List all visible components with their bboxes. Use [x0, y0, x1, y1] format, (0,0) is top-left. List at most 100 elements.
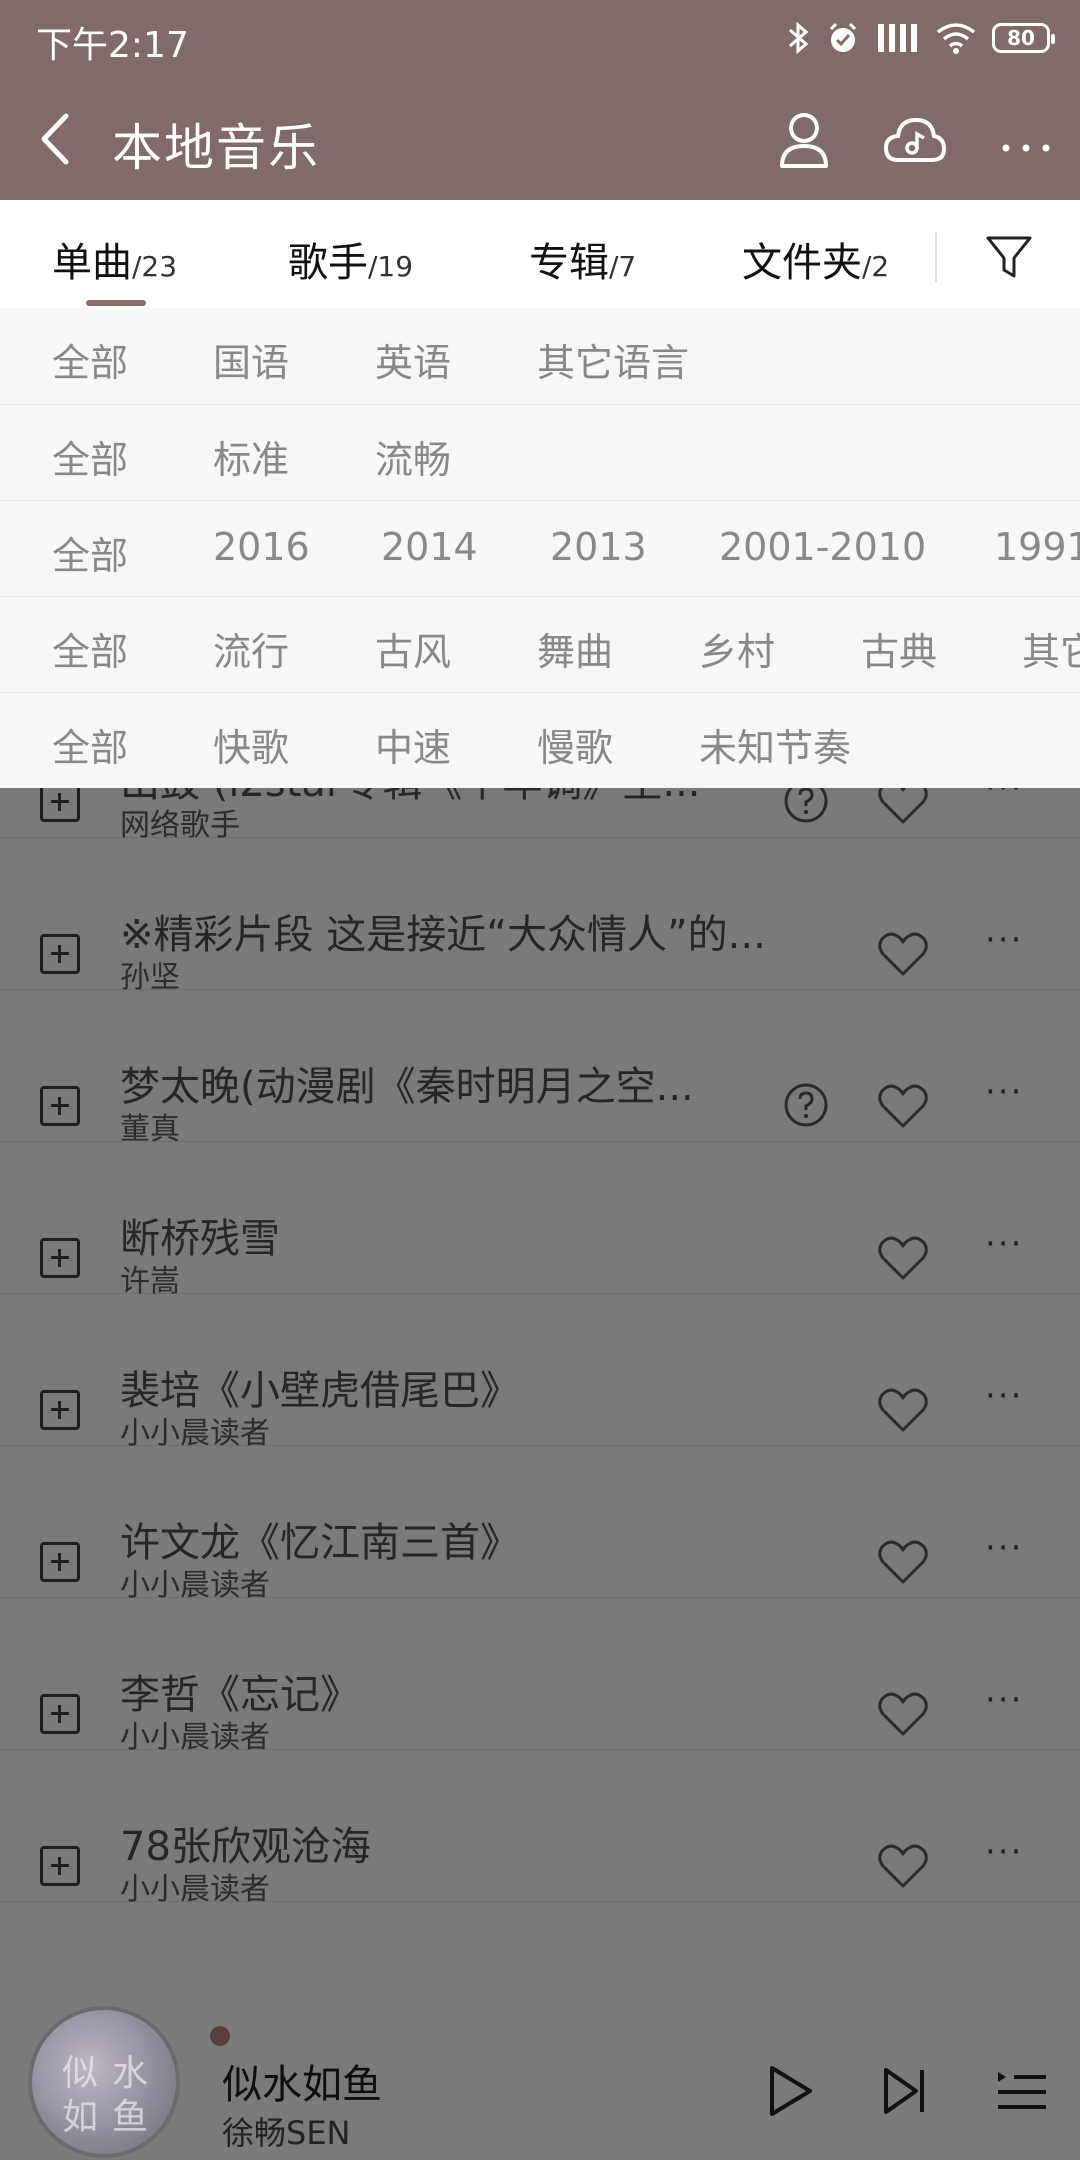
song-list: 出鼓 (l2star专辑《千年调》主... 网络歌手 ··· ※精彩片段 这是接…: [0, 788, 1080, 2033]
playlist-icon[interactable]: [992, 2062, 1050, 2120]
play-icon[interactable]: [760, 2062, 818, 2120]
list-item[interactable]: 断桥残雪 许嵩 ···: [0, 1142, 1080, 1299]
filter-chip[interactable]: 流行: [213, 621, 289, 676]
question-icon[interactable]: [783, 1082, 829, 1128]
tab-count: /7: [609, 250, 637, 283]
heart-icon[interactable]: [875, 1384, 931, 1434]
user-icon[interactable]: [772, 108, 836, 172]
filter-chip[interactable]: 全部: [52, 525, 128, 580]
filter-chip[interactable]: 全部: [52, 429, 128, 484]
heart-icon[interactable]: [875, 1688, 931, 1738]
tab-count: /19: [368, 250, 414, 283]
filter-chip[interactable]: 2014: [381, 525, 478, 569]
more-options-icon[interactable]: ···: [985, 920, 1023, 960]
tab-label: 文件夹: [742, 240, 862, 286]
cover-text: 鱼: [112, 2097, 149, 2138]
filter-chip[interactable]: 全部: [52, 621, 128, 676]
filter-chip[interactable]: 流畅: [375, 429, 451, 484]
tab-count: /2: [862, 250, 890, 283]
add-icon[interactable]: [40, 1086, 80, 1126]
album-cover[interactable]: 似 水 如 鱼: [28, 2006, 180, 2158]
list-item[interactable]: 梦太晚(动漫剧《秦时明月之空... 董真 ···: [0, 990, 1080, 1147]
filter-chip[interactable]: 其它语言: [537, 332, 689, 387]
filter-chip[interactable]: 2013: [550, 525, 647, 569]
heart-icon[interactable]: [875, 1232, 931, 1282]
filter-icon[interactable]: [980, 228, 1038, 286]
cover-text: 如: [62, 2097, 99, 2138]
song-artist: 小小晨读者: [120, 1872, 270, 1907]
add-icon[interactable]: [40, 1238, 80, 1278]
filter-chip[interactable]: 慢歌: [537, 717, 613, 772]
list-item[interactable]: 李哲《忘记》 小小晨读者 ···: [0, 1598, 1080, 1755]
tab-count: /23: [132, 250, 178, 283]
filter-chip[interactable]: 乡村: [699, 621, 775, 676]
heart-icon[interactable]: [875, 1080, 931, 1130]
heart-icon[interactable]: [875, 1840, 931, 1890]
filter-chip[interactable]: 未知节奏: [699, 717, 851, 772]
more-options-icon[interactable]: ···: [985, 1376, 1023, 1416]
back-icon[interactable]: [30, 104, 90, 174]
filter-chip[interactable]: 2001-2010: [719, 525, 926, 569]
filter-chip[interactable]: 2016: [213, 525, 310, 569]
filter-chip[interactable]: 中速: [375, 717, 451, 772]
tab-artists[interactable]: 歌手/19: [288, 230, 413, 288]
add-icon[interactable]: [40, 1390, 80, 1430]
question-icon[interactable]: [783, 788, 829, 824]
filter-chip[interactable]: 标准: [213, 429, 289, 484]
tab-albums[interactable]: 专辑/7: [529, 230, 636, 288]
tab-songs[interactable]: 单曲/23: [52, 230, 177, 288]
heart-icon[interactable]: [875, 788, 931, 826]
filter-chip[interactable]: 全部: [52, 717, 128, 772]
tab-bar: 单曲/23 歌手/19 专辑/7 文件夹/2: [0, 200, 1080, 308]
list-item[interactable]: 许文龙《忆江南三首》 小小晨读者 ···: [0, 1446, 1080, 1603]
filter-chip[interactable]: 古风: [375, 621, 451, 676]
add-icon[interactable]: [40, 1542, 80, 1582]
tab-label: 专辑: [529, 240, 609, 286]
filter-row-year: 全部 2016 2014 2013 2001-2010 1991: [0, 500, 1080, 596]
active-tab-indicator: [86, 300, 146, 306]
tab-divider: [935, 232, 937, 282]
cloud-music-icon[interactable]: [882, 108, 946, 172]
song-title: ※精彩片段 这是接近“大众情人”的...: [120, 912, 766, 958]
list-item[interactable]: 裴培《小壁虎借尾巴》 小小晨读者 ···: [0, 1294, 1080, 1451]
signal-icon: [878, 24, 917, 52]
header: 本地音乐: [0, 96, 1080, 186]
heart-icon[interactable]: [875, 928, 931, 978]
filter-chip[interactable]: 1991: [994, 525, 1080, 569]
more-options-icon[interactable]: ···: [985, 1528, 1023, 1568]
more-options-icon[interactable]: ···: [985, 788, 1023, 808]
filter-chip[interactable]: 快歌: [213, 717, 289, 772]
more-icon[interactable]: [994, 108, 1058, 172]
filter-chip[interactable]: 舞曲: [537, 621, 613, 676]
list-item[interactable]: 78张欣观沧海 小小晨读者 ···: [0, 1750, 1080, 1907]
filter-chip[interactable]: 英语: [375, 332, 451, 387]
more-options-icon[interactable]: ···: [985, 1072, 1023, 1112]
list-item[interactable]: 出鼓 (l2star专辑《千年调》主... 网络歌手 ···: [0, 788, 1080, 843]
page-title: 本地音乐: [112, 119, 320, 177]
filter-chip[interactable]: 其它: [1022, 621, 1080, 676]
filter-chip[interactable]: 全部: [52, 332, 128, 387]
status-time: 下午2:17: [36, 25, 189, 66]
next-icon[interactable]: [876, 2062, 934, 2120]
status-bar: 下午2:17 80: [0, 0, 1080, 80]
list-item[interactable]: ※精彩片段 这是接近“大众情人”的... 孙坚 ···: [0, 838, 1080, 995]
more-options-icon[interactable]: ···: [985, 1680, 1023, 1720]
heart-icon[interactable]: [875, 1536, 931, 1586]
filter-chip[interactable]: 古典: [861, 621, 937, 676]
status-icons: 80: [786, 16, 1055, 60]
add-icon[interactable]: [40, 934, 80, 974]
mini-player[interactable]: 似 水 如 鱼 似水如鱼 徐畅SEN: [0, 2006, 1080, 2160]
more-options-icon[interactable]: ···: [985, 1224, 1023, 1264]
add-icon[interactable]: [40, 788, 80, 822]
cover-dot: [210, 2026, 230, 2046]
filter-row-language: 全部 国语 英语 其它语言: [0, 308, 1080, 404]
tab-label: 单曲: [52, 240, 132, 286]
more-options-icon[interactable]: ···: [985, 1832, 1023, 1872]
filter-panel: 全部 国语 英语 其它语言 全部 标准 流畅 全部 2016 2014 2013…: [0, 308, 1080, 788]
add-icon[interactable]: [40, 1846, 80, 1886]
now-playing-title: 似水如鱼: [222, 2062, 382, 2108]
tab-label: 歌手: [288, 240, 368, 286]
add-icon[interactable]: [40, 1694, 80, 1734]
tab-folders[interactable]: 文件夹/2: [742, 230, 889, 288]
filter-chip[interactable]: 国语: [213, 332, 289, 387]
